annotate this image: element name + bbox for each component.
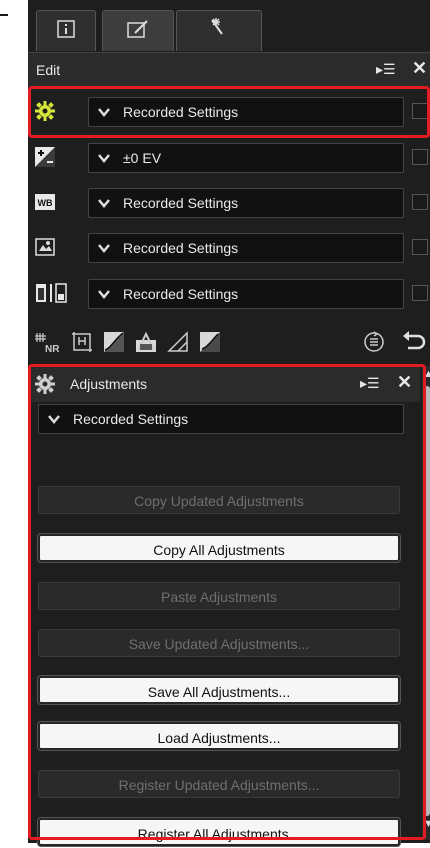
close-icon[interactable]: ✕ <box>397 372 412 393</box>
adjustments-dropdown[interactable]: Recorded Settings <box>38 404 404 434</box>
row-checkbox[interactable] <box>412 285 428 301</box>
copy-all-adjustments-button[interactable]: Copy All Adjustments <box>38 534 400 562</box>
picture-control-row: Recorded Settings <box>28 230 430 266</box>
register-all-adjustments-button[interactable]: Register All Adjustments... <box>38 818 400 846</box>
save-updated-adjustments-button[interactable]: Save Updated Adjustments... <box>38 629 400 657</box>
row-checkbox[interactable] <box>412 194 428 210</box>
adjustments-header: Adjustments ▸☰ ✕ <box>28 366 420 402</box>
row-checkbox[interactable] <box>412 103 428 119</box>
tone-icon <box>34 282 82 304</box>
dropdown-value: Recorded Settings <box>123 286 239 302</box>
edit-palette: Edit ▸☰ ✕ Recorded Settings ±0 EV WB Rec… <box>28 0 430 846</box>
dropdown-value: Recorded Settings <box>123 104 239 120</box>
levels-icon[interactable] <box>102 330 126 354</box>
tab-tools[interactable] <box>176 10 262 51</box>
copy-updated-adjustments-button[interactable]: Copy Updated Adjustments <box>38 486 400 514</box>
callout-line <box>0 14 8 16</box>
scroll-up-icon[interactable]: ▲ <box>423 368 430 380</box>
edit-header: Edit ▸☰ ✕ <box>28 52 430 87</box>
picture-control-icon <box>34 236 56 258</box>
chevron-down-icon <box>98 108 110 117</box>
panel-menu-icon[interactable]: ▸☰ <box>376 61 396 78</box>
load-adjustments-button[interactable]: Load Adjustments... <box>38 722 400 750</box>
settings-dropdown[interactable]: Recorded Settings <box>88 97 404 127</box>
settings-row: Recorded Settings <box>28 94 430 130</box>
gear-icon <box>34 100 56 122</box>
svg-text:WB: WB <box>38 198 53 208</box>
tab-info[interactable] <box>36 10 96 51</box>
chevron-down-icon <box>98 154 110 163</box>
dropdown-value: Recorded Settings <box>73 411 189 427</box>
gear-icon <box>34 373 56 395</box>
tab-edit[interactable] <box>102 10 174 51</box>
dropdown-value: ±0 EV <box>123 150 162 166</box>
exposure-row: ±0 EV <box>28 140 430 176</box>
adjustments-title: Adjustments <box>70 376 148 392</box>
scroll-down-icon[interactable]: ▼ <box>423 818 430 830</box>
dropdown-value: Recorded Settings <box>123 240 239 256</box>
tone-row: Recorded Settings <box>28 276 430 312</box>
chevron-down-icon <box>48 415 60 424</box>
picture-control-dropdown[interactable]: Recorded Settings <box>88 233 404 263</box>
register-updated-adjustments-button[interactable]: Register Updated Adjustments... <box>38 770 400 798</box>
white-balance-row: WB Recorded Settings <box>28 185 430 221</box>
tone-dropdown[interactable]: Recorded Settings <box>88 279 404 309</box>
dropdown-value: Recorded Settings <box>123 195 239 211</box>
exposure-dropdown[interactable]: ±0 EV <box>88 143 404 173</box>
exposure-icon <box>34 146 56 168</box>
chevron-down-icon <box>98 290 110 299</box>
tools-icon <box>204 16 234 47</box>
noise-reduction-icon[interactable]: NR <box>34 330 60 355</box>
edit-toolbar: NR <box>28 322 430 362</box>
close-icon[interactable]: ✕ <box>412 58 427 79</box>
info-icon <box>55 18 77 45</box>
scroll-thumb[interactable] <box>424 386 430 816</box>
edit-title: Edit <box>36 62 61 78</box>
chevron-down-icon <box>98 244 110 253</box>
wb-icon: WB <box>34 191 56 213</box>
adjust-icon[interactable] <box>198 330 222 354</box>
white-balance-dropdown[interactable]: Recorded Settings <box>88 188 404 218</box>
row-checkbox[interactable] <box>412 239 428 255</box>
save-all-adjustments-button[interactable]: Save All Adjustments... <box>38 676 400 704</box>
undo-icon[interactable] <box>400 330 426 354</box>
paste-adjustments-button[interactable]: Paste Adjustments <box>38 582 400 610</box>
panel-menu-icon[interactable]: ▸☰ <box>360 375 380 392</box>
row-checkbox[interactable] <box>412 149 428 165</box>
lch-icon[interactable] <box>134 330 158 354</box>
crop-icon[interactable] <box>70 330 94 354</box>
color-balance-icon[interactable] <box>166 330 190 354</box>
edit-icon <box>125 18 151 45</box>
history-icon[interactable] <box>362 330 386 354</box>
chevron-down-icon <box>98 199 110 208</box>
svg-text:NR: NR <box>45 344 60 354</box>
